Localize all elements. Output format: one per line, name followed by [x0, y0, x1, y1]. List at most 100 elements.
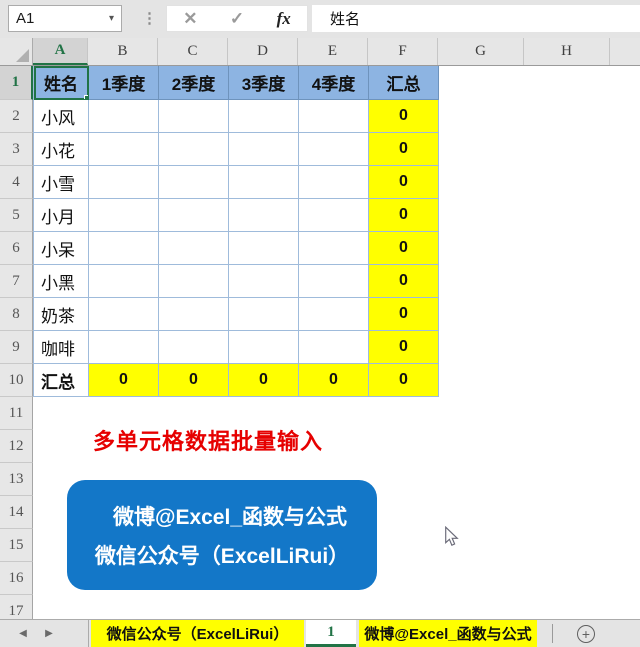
chevron-down-icon[interactable]: ▾	[109, 13, 121, 24]
row-header-16[interactable]: 16	[0, 562, 33, 595]
row-header-6[interactable]: 6	[0, 232, 33, 265]
row-header-14[interactable]: 14	[0, 496, 33, 529]
cell-e8[interactable]	[299, 298, 369, 331]
cell-a4[interactable]: 小雪	[34, 166, 89, 199]
row-header-11[interactable]: 11	[0, 397, 33, 430]
cell-b5[interactable]	[89, 199, 159, 232]
cell-b4[interactable]	[89, 166, 159, 199]
cell-b1[interactable]: 1季度	[89, 66, 159, 100]
cell-e9[interactable]	[299, 331, 369, 364]
cell-c8[interactable]	[159, 298, 229, 331]
cell-c10[interactable]: 0	[159, 364, 229, 397]
cell-a5[interactable]: 小月	[34, 199, 89, 232]
cell-c4[interactable]	[159, 166, 229, 199]
column-header-c[interactable]: C	[158, 38, 228, 65]
column-header-g[interactable]: G	[438, 38, 524, 65]
cell-d2[interactable]	[229, 100, 299, 133]
cell-b7[interactable]	[89, 265, 159, 298]
cell-f1[interactable]: 汇总	[369, 66, 439, 100]
row-header-4[interactable]: 4	[0, 166, 33, 199]
cell-a9[interactable]: 咖啡	[34, 331, 89, 364]
cell-a6[interactable]: 小呆	[34, 232, 89, 265]
cell-d8[interactable]	[229, 298, 299, 331]
cell-b6[interactable]	[89, 232, 159, 265]
row-header-3[interactable]: 3	[0, 133, 33, 166]
cell-a8[interactable]: 奶茶	[34, 298, 89, 331]
cell-f3[interactable]: 0	[369, 133, 439, 166]
enter-icon[interactable]: ✓	[230, 9, 244, 29]
cell-f7[interactable]: 0	[369, 265, 439, 298]
cell-a1-selected[interactable]: 姓名	[34, 66, 89, 100]
fill-handle[interactable]	[84, 95, 88, 99]
column-header-b[interactable]: B	[88, 38, 158, 65]
cell-f10[interactable]: 0	[369, 364, 439, 397]
cell-a10[interactable]: 汇总	[34, 364, 89, 397]
select-all-button[interactable]	[0, 38, 33, 65]
cell-a2[interactable]: 小风	[34, 100, 89, 133]
cell-f5[interactable]: 0	[369, 199, 439, 232]
next-sheet-icon[interactable]: ▶	[42, 628, 56, 639]
cell-c7[interactable]	[159, 265, 229, 298]
row-header-13[interactable]: 13	[0, 463, 33, 496]
cell-f2[interactable]: 0	[369, 100, 439, 133]
cell-e5[interactable]	[299, 199, 369, 232]
cell-a3[interactable]: 小花	[34, 133, 89, 166]
cell-f4[interactable]: 0	[369, 166, 439, 199]
cell-d4[interactable]	[229, 166, 299, 199]
cell-b3[interactable]	[89, 133, 159, 166]
cell-e6[interactable]	[299, 232, 369, 265]
cell-f6[interactable]: 0	[369, 232, 439, 265]
name-box[interactable]: A1 ▾	[8, 5, 122, 32]
cell-c3[interactable]	[159, 133, 229, 166]
cell-e1[interactable]: 4季度	[299, 66, 369, 100]
row-header-1[interactable]: 1	[0, 66, 33, 100]
row-header-9[interactable]: 9	[0, 331, 33, 364]
cell-d5[interactable]	[229, 199, 299, 232]
column-header-d[interactable]: D	[228, 38, 298, 65]
add-sheet-icon[interactable]: +	[577, 624, 595, 643]
cell-e10[interactable]: 0	[299, 364, 369, 397]
cell-d6[interactable]	[229, 232, 299, 265]
cell-c6[interactable]	[159, 232, 229, 265]
sheet-tab-wechat[interactable]: 微信公众号（ExcelLiRui）	[91, 620, 306, 647]
row-header-5[interactable]: 5	[0, 199, 33, 232]
cell-e3[interactable]	[299, 133, 369, 166]
column-header-f[interactable]: F	[368, 38, 438, 65]
cell-b2[interactable]	[89, 100, 159, 133]
row-header-10[interactable]: 10	[0, 364, 33, 397]
row-header-15[interactable]: 15	[0, 529, 33, 562]
cell-f9[interactable]: 0	[369, 331, 439, 364]
row-header-12[interactable]: 12	[0, 430, 33, 463]
column-header-h[interactable]: H	[524, 38, 610, 65]
cell-c2[interactable]	[159, 100, 229, 133]
cell-e7[interactable]	[299, 265, 369, 298]
cell-d10[interactable]: 0	[229, 364, 299, 397]
sheet-tab-active[interactable]: 1	[306, 620, 356, 647]
cell-d9[interactable]	[229, 331, 299, 364]
cell-e4[interactable]	[299, 166, 369, 199]
cell-b8[interactable]	[89, 298, 159, 331]
cancel-icon[interactable]: ✕	[183, 9, 197, 29]
row-header-2[interactable]: 2	[0, 100, 33, 133]
cell-c5[interactable]	[159, 199, 229, 232]
cell-e2[interactable]	[299, 100, 369, 133]
formula-input[interactable]: 姓名	[312, 5, 640, 32]
cell-c9[interactable]	[159, 331, 229, 364]
cell-b10[interactable]: 0	[89, 364, 159, 397]
sheet-tab-weibo[interactable]: 微博@Excel_函数与公式	[359, 620, 539, 647]
cell-d3[interactable]	[229, 133, 299, 166]
column-header-a[interactable]: A	[33, 38, 88, 65]
cell-d7[interactable]	[229, 265, 299, 298]
insert-function-icon[interactable]: fx	[277, 9, 291, 29]
column-header-e[interactable]: E	[298, 38, 368, 65]
cell-d1[interactable]: 3季度	[229, 66, 299, 100]
cell-b9[interactable]	[89, 331, 159, 364]
cell-c1[interactable]: 2季度	[159, 66, 229, 100]
prev-sheet-icon[interactable]: ◀	[16, 628, 30, 639]
worksheet-area[interactable]: 1 2 3 4 5 6 7 8 9 10 11 12 13 14 15 16 1…	[0, 66, 640, 619]
row-header-7[interactable]: 7	[0, 265, 33, 298]
row-header-17[interactable]: 17	[0, 595, 33, 619]
row-header-8[interactable]: 8	[0, 298, 33, 331]
cell-f8[interactable]: 0	[369, 298, 439, 331]
cell-a7[interactable]: 小黑	[34, 265, 89, 298]
